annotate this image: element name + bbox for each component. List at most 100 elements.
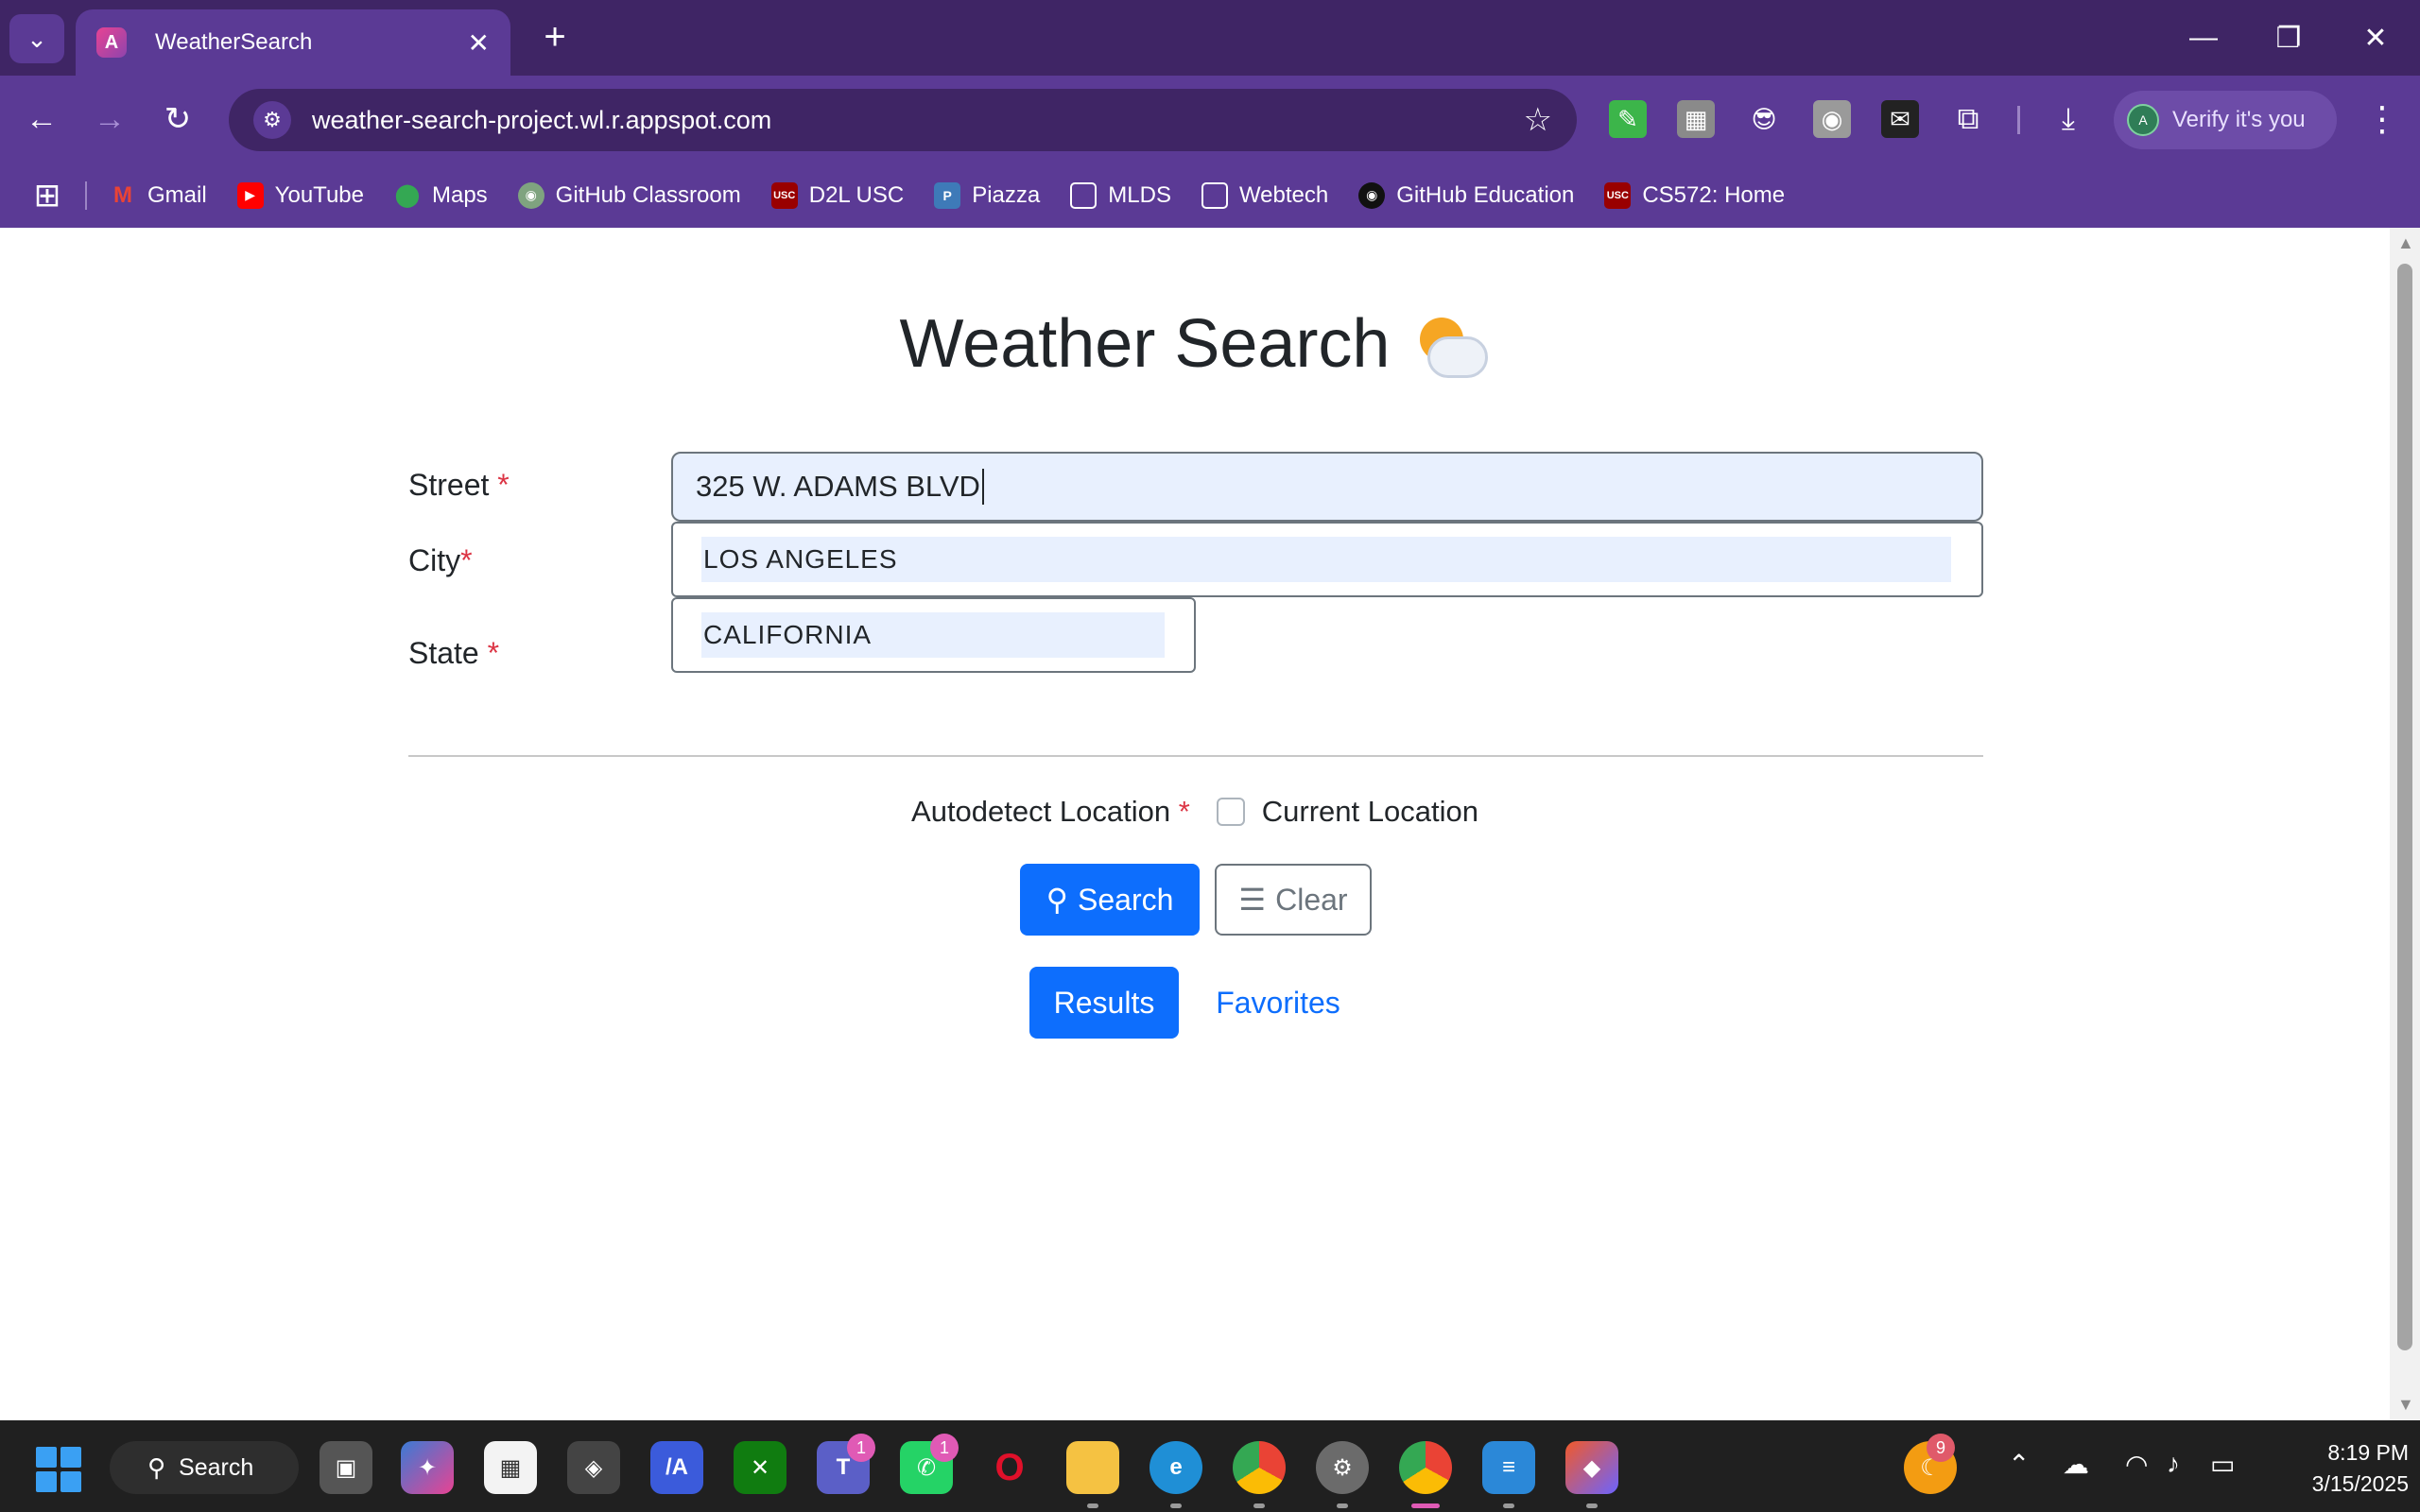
chrome-icon[interactable] (1233, 1441, 1286, 1494)
edge-icon[interactable]: e (1150, 1441, 1202, 1494)
xbox-icon[interactable]: ✕ (734, 1441, 786, 1494)
favorites-tab[interactable]: Favorites (1199, 967, 1357, 1039)
bookmark-label: MLDS (1108, 181, 1171, 208)
bookmark-cs572-home[interactable]: USC CS572: Home (1604, 181, 1786, 209)
chrome-profile-icon[interactable] (1399, 1441, 1452, 1494)
taskbar-search[interactable]: ⚲ Search (110, 1441, 299, 1494)
search-icon: ⚲ (1046, 883, 1069, 917)
new-tab-button[interactable]: + (531, 13, 579, 60)
scroll-up-arrow-icon[interactable]: ▲ (2397, 233, 2414, 253)
autodetect-label: Autodetect Location * (911, 795, 1190, 828)
restore-button[interactable]: ❐ (2256, 11, 2322, 64)
site-settings-icon[interactable]: ⚙ (253, 101, 291, 139)
notepad-icon[interactable]: ≡ (1482, 1441, 1535, 1494)
forward-button[interactable]: → (85, 94, 134, 144)
city-autocomplete-box[interactable]: LOS ANGELES (671, 522, 1983, 597)
apps-grid-icon[interactable]: ⊞ (26, 175, 68, 216)
extension-mail-icon[interactable]: ✉ (1881, 100, 1919, 138)
opera-icon[interactable]: O (983, 1441, 1036, 1494)
wifi-icon[interactable]: ◠ (2125, 1449, 2148, 1480)
bookmark-piazza[interactable]: P Piazza (934, 181, 1040, 209)
extension-qr-icon[interactable]: ▦ (1677, 100, 1715, 138)
windows-taskbar: ⚲ Search ▣ ✦ ▦ ◈ /A ✕ T 1 ✆ 1 O e ⚙ ≡ ◆ ☾… (0, 1420, 2420, 1512)
chevron-down-icon: ⌄ (26, 24, 47, 53)
search-button-label: Search (1078, 882, 1174, 917)
results-tab-label: Results (1053, 985, 1155, 1020)
whatsapp-badge: 1 (930, 1434, 959, 1462)
reload-button[interactable]: ↻ (153, 94, 202, 144)
bookmark-mlds[interactable]: MLDS (1070, 181, 1171, 209)
extension-camera-icon[interactable]: ◉ (1813, 100, 1851, 138)
close-tab-icon[interactable]: ✕ (468, 27, 490, 59)
bookmark-star-icon[interactable]: ☆ (1524, 101, 1552, 139)
bookmark-youtube[interactable]: ▶ YouTube (236, 181, 364, 209)
bookmark-label: CS572: Home (1642, 181, 1786, 208)
extensions-puzzle-icon[interactable]: ⧉ (1949, 100, 1987, 138)
scroll-thumb[interactable] (2397, 264, 2412, 1350)
onedrive-cloud-icon[interactable]: ☁ (2063, 1449, 2089, 1480)
address-bar[interactable]: ⚙ weather-search-project.wl.r.appspot.co… (229, 89, 1577, 151)
page-title: Weather Search (0, 305, 2390, 383)
battery-icon[interactable]: ▭ (2210, 1449, 2235, 1480)
unity-icon[interactable]: ◈ (567, 1441, 620, 1494)
close-window-button[interactable]: ✕ (2342, 11, 2409, 64)
search-button[interactable]: ⚲ Search (1020, 864, 1200, 936)
volume-icon[interactable]: ♪ (2167, 1449, 2180, 1479)
windows-start-icon[interactable] (36, 1447, 81, 1492)
clock-date: 3/15/2025 (2311, 1471, 2409, 1496)
microsoft-store-icon[interactable]: ▦ (484, 1441, 537, 1494)
minimize-button[interactable]: — (2170, 11, 2237, 64)
tab-weathersearch[interactable]: WeatherSearch ✕ (76, 9, 510, 76)
page-content: Weather Search Street * 325 W. ADAMS BLV… (0, 228, 2390, 1420)
task-view-icon[interactable]: ▣ (320, 1441, 372, 1494)
git-tool-icon[interactable]: ◆ (1565, 1441, 1618, 1494)
extension-evernote-icon[interactable]: ✎ (1609, 100, 1647, 138)
clear-button[interactable]: ☰ Clear (1215, 864, 1372, 936)
current-location-checkbox[interactable] (1216, 798, 1245, 826)
results-tab[interactable]: Results (1029, 967, 1179, 1039)
city-suggestion[interactable]: LOS ANGELES (701, 537, 1951, 582)
tab-strip: ⌄ WeatherSearch ✕ + — ❐ ✕ (0, 0, 2420, 76)
bookmark-github-classroom[interactable]: ◉ GitHub Classroom (517, 181, 741, 209)
bookmark-maps[interactable]: ⬤ Maps (394, 182, 488, 209)
page-scrollbar[interactable]: ▲ ▼ (2390, 228, 2420, 1420)
weather-badge: 9 (1927, 1434, 1955, 1462)
bookmark-gmail[interactable]: M Gmail (110, 182, 207, 209)
street-label: Street * (408, 468, 510, 502)
bookmarks-divider (85, 180, 87, 210)
street-input[interactable]: 325 W. ADAMS BLVD (671, 452, 1983, 522)
chevron-up-icon[interactable]: ⌃ (2008, 1449, 2030, 1480)
copilot-icon[interactable]: ✦ (401, 1441, 454, 1494)
current-location-label[interactable]: Current Location (1262, 795, 1478, 829)
required-mark: * (460, 543, 473, 577)
bookmark-github-education[interactable]: ◉ GitHub Education (1358, 181, 1574, 209)
running-indicator (1337, 1503, 1348, 1508)
bookmark-d2l-usc[interactable]: USC D2L USC (770, 181, 904, 209)
taskbar-clock[interactable]: 8:19 PM 3/15/2025 (2286, 1437, 2409, 1500)
folder-icon (1201, 181, 1228, 209)
tab-title: WeatherSearch (155, 29, 313, 55)
settings-gear-icon[interactable]: ⚙ (1316, 1441, 1369, 1494)
bookmarks-bar: ⊞ M Gmail ▶ YouTube ⬤ Maps ◉ GitHub Classroo… (0, 163, 2420, 228)
back-button[interactable]: ← (17, 94, 66, 144)
download-icon[interactable]: ⤓ (2049, 100, 2087, 138)
file-explorer-icon[interactable] (1066, 1441, 1119, 1494)
tab-search-button[interactable]: ⌄ (9, 14, 64, 63)
bookmark-webtech[interactable]: Webtech (1201, 181, 1328, 209)
state-suggestion[interactable]: CALIFORNIA (701, 612, 1165, 658)
state-select[interactable]: CALIFORNIA (671, 597, 1196, 673)
ai-app-icon[interactable]: /A (650, 1441, 703, 1494)
running-indicator (1170, 1503, 1182, 1508)
extension-emoji-icon[interactable]: 😎 (1745, 100, 1783, 138)
city-label: City* (408, 543, 473, 577)
folder-icon (1070, 181, 1098, 209)
favorites-tab-label: Favorites (1216, 985, 1340, 1020)
browser-menu-icon[interactable]: ⋮ (2363, 94, 2401, 144)
github-icon: ◉ (517, 181, 544, 209)
usc-icon: USC (770, 181, 798, 209)
running-indicator (1586, 1503, 1598, 1508)
active-indicator (1411, 1503, 1440, 1508)
profile-status-text: Verify it's you (2172, 107, 2306, 132)
profile-button[interactable]: A Verify it's you (2114, 91, 2337, 149)
scroll-down-arrow-icon[interactable]: ▼ (2397, 1395, 2414, 1415)
